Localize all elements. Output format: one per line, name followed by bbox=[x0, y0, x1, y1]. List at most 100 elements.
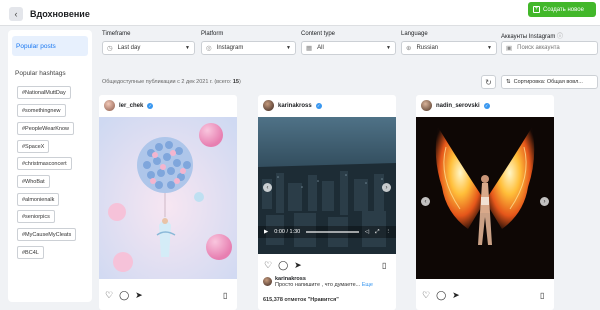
play-icon[interactable]: ▶ bbox=[264, 229, 268, 235]
more-vertical-icon[interactable]: ⋮ bbox=[386, 229, 392, 235]
caption-body: Просто напишите , что думаете... bbox=[275, 282, 361, 288]
back-button[interactable]: ‹ bbox=[9, 7, 23, 21]
post-actions: ♡ ◯ ➤ bbox=[422, 291, 460, 300]
clock-icon: ◷ bbox=[107, 45, 113, 52]
bookmark-icon[interactable]: ▯ bbox=[223, 291, 227, 300]
grid-icon: ▦ bbox=[306, 45, 313, 52]
hashtag-chip[interactable]: #BC4L bbox=[17, 246, 44, 259]
post-actions: ♡ ◯ ➤ bbox=[105, 291, 143, 300]
results-summary: Общедоступные публикации с 2 дек 2021 г.… bbox=[102, 79, 241, 85]
caption-content: karinakross Просто напишите , что думает… bbox=[275, 276, 373, 288]
fullscreen-icon[interactable]: ⤢ bbox=[375, 229, 379, 236]
video-controls[interactable]: ▶ 0:00 / 1:30 ◁ ⤢ ⋮ bbox=[258, 226, 396, 238]
post-card[interactable]: nadin_serovski ✓ ‹ › ♡ ◯ ➤ ▯ bbox=[416, 95, 554, 310]
language-select[interactable]: ⊕ Russian ▼ bbox=[401, 41, 497, 55]
post-username[interactable]: karinakross bbox=[278, 103, 312, 109]
accounts-label-text: Аккаунты Instagram bbox=[501, 34, 556, 40]
timeframe-label: Timeframe bbox=[102, 31, 131, 37]
content-type-value: All bbox=[317, 45, 324, 51]
verified-badge-icon: ✓ bbox=[315, 102, 322, 109]
next-arrow-icon[interactable]: › bbox=[540, 197, 549, 206]
timeframe-select[interactable]: ◷ Last day ▼ bbox=[102, 41, 195, 55]
avatar[interactable] bbox=[263, 100, 274, 111]
bookmark-icon[interactable]: ▯ bbox=[540, 291, 544, 300]
post-header: nadin_serovski ✓ bbox=[421, 100, 490, 111]
account-search-placeholder: Поиск аккаунта bbox=[517, 45, 560, 51]
hashtag-chip[interactable]: #almonienalk bbox=[17, 193, 60, 206]
accounts-icon: ▣ bbox=[506, 45, 513, 52]
sidebar-item-popular-posts[interactable]: Popular posts bbox=[12, 36, 88, 56]
heart-icon[interactable]: ♡ bbox=[105, 291, 113, 300]
language-value: Russian bbox=[416, 45, 439, 51]
share-icon[interactable]: ➤ bbox=[452, 291, 460, 300]
prev-arrow-icon[interactable]: ‹ bbox=[263, 183, 272, 192]
post-username[interactable]: nadin_serovski bbox=[436, 103, 480, 109]
avatar[interactable] bbox=[421, 100, 432, 111]
timeframe-value: Last day bbox=[117, 45, 141, 51]
post-image[interactable] bbox=[99, 117, 237, 279]
hashtags-heading: Popular hashtags bbox=[15, 70, 66, 77]
hashtag-chip[interactable]: #NationalMuttDay bbox=[17, 86, 71, 99]
top-bar: ‹ Вдохновение bbox=[0, 0, 600, 26]
prev-arrow-icon[interactable]: ‹ bbox=[421, 197, 430, 206]
page-title: Вдохновение bbox=[30, 9, 90, 19]
hashtag-chip[interactable]: #MyCauseMyCleats bbox=[17, 228, 77, 241]
chevron-down-icon: ▼ bbox=[386, 45, 391, 51]
sort-dropdown[interactable]: ⇅ Сортировка: Общая вовл... bbox=[501, 75, 598, 89]
account-search-input[interactable]: ▣ Поиск аккаунта bbox=[501, 41, 598, 55]
platform-label: Platform bbox=[201, 31, 224, 37]
chevron-left-icon: ‹ bbox=[14, 9, 18, 19]
sort-label: Сортировка: Общая вовл... bbox=[513, 79, 583, 85]
comment-icon[interactable]: ◯ bbox=[119, 291, 129, 300]
video-time: 0:00 / 1:30 bbox=[274, 229, 301, 235]
verified-badge-icon: ✓ bbox=[147, 102, 154, 109]
verified-badge-icon: ✓ bbox=[483, 102, 490, 109]
refresh-button[interactable]: ↻ bbox=[481, 75, 496, 89]
caption-block: karinakross Просто напишите , что думает… bbox=[263, 276, 373, 288]
post-header: ler_chek ✓ bbox=[104, 100, 154, 111]
platform-select[interactable]: ◎ Instagram ▼ bbox=[201, 41, 296, 55]
share-icon[interactable]: ➤ bbox=[294, 261, 302, 270]
create-new-label: Создать новое bbox=[543, 6, 584, 13]
hashtag-chip[interactable]: #WhoBat bbox=[17, 175, 50, 188]
post-image[interactable] bbox=[416, 117, 554, 279]
caption-more-link[interactable]: Еще bbox=[362, 282, 373, 288]
chevron-down-icon: ▼ bbox=[487, 45, 492, 51]
heart-icon[interactable]: ♡ bbox=[264, 261, 272, 270]
post-username[interactable]: ler_chek bbox=[119, 103, 143, 109]
content-type-label: Content type bbox=[301, 31, 336, 37]
likes-count: 615,378 отметок "Нравится" bbox=[263, 297, 339, 303]
language-label: Language bbox=[401, 31, 428, 37]
hashtag-chip[interactable]: #SpaceX bbox=[17, 140, 50, 153]
sidebar: Popular posts Popular hashtags #National… bbox=[8, 30, 92, 302]
avatar[interactable] bbox=[104, 100, 115, 111]
refresh-icon: ↻ bbox=[485, 77, 492, 87]
share-icon[interactable]: ➤ bbox=[135, 291, 143, 300]
hashtag-chip[interactable]: #somethingnew bbox=[17, 104, 66, 117]
results-summary-text: Общедоступные публикации с 2 дек 2021 г.… bbox=[102, 79, 233, 85]
hashtag-chip[interactable]: #christmasconcert bbox=[17, 157, 72, 170]
comment-icon[interactable]: ◯ bbox=[278, 261, 288, 270]
avatar[interactable] bbox=[263, 277, 272, 286]
bookmark-icon[interactable]: ▯ bbox=[382, 261, 386, 270]
post-header: karinakross ✓ bbox=[263, 100, 322, 111]
platform-value: Instagram bbox=[216, 45, 244, 51]
accounts-label: Аккаунты Instagram ⓘ bbox=[501, 31, 563, 40]
hashtag-chip[interactable]: #PeopleWearKnow bbox=[17, 122, 74, 135]
content-type-select[interactable]: ▦ All ▼ bbox=[301, 41, 396, 55]
heart-icon[interactable]: ♡ bbox=[422, 291, 430, 300]
plus-icon: + bbox=[533, 6, 540, 13]
create-new-button[interactable]: + Создать новое bbox=[528, 2, 596, 17]
next-arrow-icon[interactable]: › bbox=[382, 183, 391, 192]
chevron-down-icon: ▼ bbox=[185, 45, 190, 51]
hashtag-chip[interactable]: #seniorpics bbox=[17, 210, 55, 223]
video-progress[interactable] bbox=[306, 231, 359, 233]
post-card[interactable]: ler_chek ✓ ♡ ◯ ➤ ▯ bbox=[99, 95, 237, 310]
post-card[interactable]: karinakross ✓ ▶ 0:00 / 1:30 ◁ ⤢ ⋮ ‹ › ♡ … bbox=[258, 95, 396, 310]
comment-icon[interactable]: ◯ bbox=[436, 291, 446, 300]
caption-text: Просто напишите , что думаете... Еще bbox=[275, 282, 373, 288]
sort-icon: ⇅ bbox=[506, 79, 511, 85]
info-icon: ⓘ bbox=[557, 34, 564, 40]
globe-icon: ⊕ bbox=[406, 45, 412, 52]
volume-icon[interactable]: ◁ bbox=[365, 229, 369, 235]
